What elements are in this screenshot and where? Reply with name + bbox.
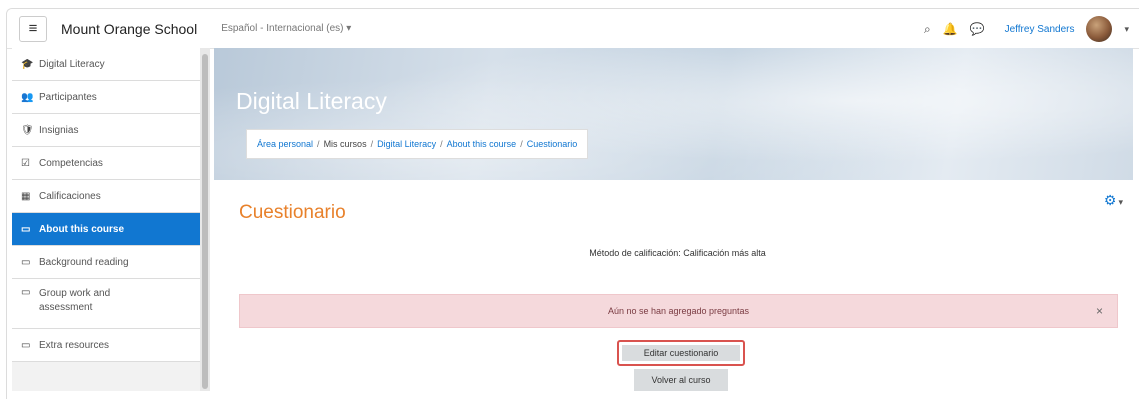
sidebar-item-label: Competencias xyxy=(39,157,103,169)
user-name-link[interactable]: Jeffrey Sanders xyxy=(1005,24,1075,35)
badge-icon: 🛡 xyxy=(21,124,34,136)
sidebar-item-group-work[interactable]: ▭ Group work and assessment xyxy=(12,279,200,329)
sidebar-item-competencias[interactable]: ☑ Competencias xyxy=(12,147,200,180)
breadcrumb-item-section[interactable]: About this course xyxy=(447,139,517,149)
chevron-down-icon: ▾ xyxy=(1118,197,1123,207)
sidebar-item-label: Extra resources xyxy=(39,339,110,351)
sidebar-item-digital-literacy[interactable]: 🎓 Digital Literacy xyxy=(12,48,200,81)
sidebar-item-label: Digital Literacy xyxy=(39,58,105,70)
no-questions-alert: Aún no se han agregado preguntas × xyxy=(239,294,1118,328)
scrollbar-thumb[interactable] xyxy=(202,54,208,389)
course-title: Digital Literacy xyxy=(236,88,387,114)
breadcrumb-separator: / xyxy=(520,139,523,149)
hamburger-icon[interactable]: ≡ xyxy=(19,15,47,42)
gear-icon[interactable]: ⚙ ▾ xyxy=(1104,192,1123,209)
sidebar-item-calificaciones[interactable]: ▦ Calificaciones xyxy=(12,180,200,213)
top-navbar: ≡ Mount Orange School Español - Internac… xyxy=(7,9,1139,49)
language-selector[interactable]: Español - Internacional (es) ▾ xyxy=(221,23,351,34)
folder-icon: ▭ xyxy=(21,256,31,268)
breadcrumb-item-current[interactable]: Cuestionario xyxy=(527,139,578,149)
alert-message: Aún no se han agregado preguntas xyxy=(607,306,750,316)
sidebar-item-about-this-course[interactable]: ▭ About this course xyxy=(12,213,200,246)
site-name-link[interactable]: Mount Orange School xyxy=(61,21,197,37)
graduation-cap-icon: 🎓 xyxy=(21,58,34,70)
checkbox-icon: ☑ xyxy=(21,157,30,169)
sidebar-item-insignias[interactable]: 🛡 Insignias xyxy=(12,114,200,147)
breadcrumb-item-mis-cursos: Mis cursos xyxy=(323,139,367,149)
search-icon[interactable]: ⌕ xyxy=(924,22,931,37)
back-to-course-button[interactable]: Volver al curso xyxy=(634,369,728,391)
grading-method: Método de calificación: Calificación más… xyxy=(589,248,766,258)
breadcrumb: Área personal / Mis cursos / Digital Lit… xyxy=(246,129,589,159)
sidebar-item-label: Calificaciones xyxy=(39,190,101,202)
course-header: Digital Literacy Área personal / Mis cur… xyxy=(214,48,1133,180)
table-icon: ▦ xyxy=(21,190,31,202)
sidebar-item-label: Group work and assessment xyxy=(39,288,111,313)
sidebar-item-participantes[interactable]: 👥 Participantes xyxy=(12,81,200,114)
sidebar-item-background-reading[interactable]: ▭ Background reading xyxy=(12,246,200,279)
sidebar-item-label: Participantes xyxy=(39,91,97,103)
edit-quiz-button-label[interactable]: Editar cuestionario xyxy=(622,345,740,361)
breadcrumb-separator: / xyxy=(440,139,443,149)
folder-icon: ▭ xyxy=(21,287,31,298)
course-sidebar: 🎓 Digital Literacy 👥 Participantes 🛡 Ins… xyxy=(12,48,200,391)
navbar-right: ⌕ 🔔 💬 Jeffrey Sanders ▾ xyxy=(924,9,1129,49)
main-content: Cuestionario ⚙ ▾ Método de calificación: … xyxy=(222,180,1133,391)
close-icon[interactable]: × xyxy=(1096,304,1103,318)
chevron-down-icon[interactable]: ▾ xyxy=(1124,24,1129,35)
sidebar-item-label: Background reading xyxy=(39,256,129,268)
sidebar-scrollbar[interactable] xyxy=(200,48,210,391)
breadcrumb-separator: / xyxy=(317,139,320,149)
bell-icon[interactable]: 🔔 xyxy=(943,22,958,36)
breadcrumb-item-course[interactable]: Digital Literacy xyxy=(377,139,436,149)
folder-icon: ▭ xyxy=(21,339,31,351)
avatar[interactable] xyxy=(1086,16,1113,42)
breadcrumb-item-area-personal[interactable]: Área personal xyxy=(257,139,313,149)
sidebar-item-label: Insignias xyxy=(39,124,79,136)
chat-icon[interactable]: 💬 xyxy=(970,22,985,36)
users-icon: 👥 xyxy=(21,91,34,103)
page-title: Cuestionario xyxy=(239,202,346,223)
breadcrumb-separator: / xyxy=(370,139,374,149)
folder-icon: ▭ xyxy=(21,223,31,235)
sidebar-item-label: About this course xyxy=(39,223,125,235)
sidebar-item-extra-resources[interactable]: ▭ Extra resources xyxy=(12,329,200,362)
edit-quiz-button[interactable]: Editar cuestionario xyxy=(617,340,745,366)
